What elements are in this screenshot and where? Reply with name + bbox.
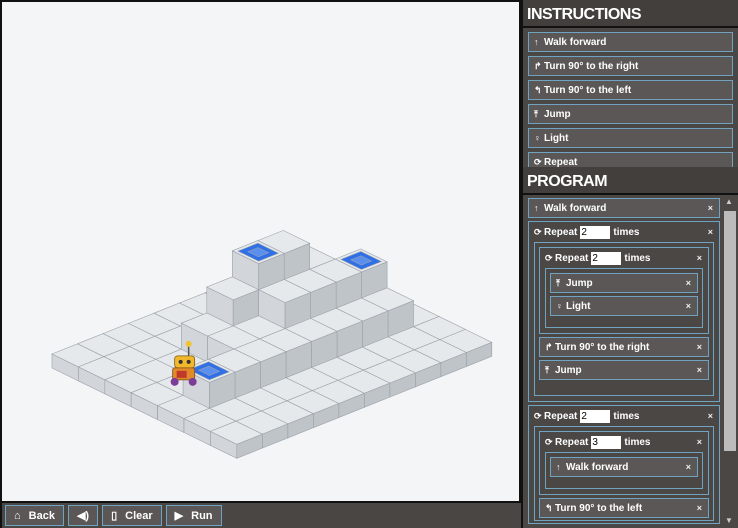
repeat-count-input[interactable]: [580, 226, 611, 239]
program-list: ↑Walk forward× ⟳Repeattimes× ⟳Repeattime…: [523, 193, 720, 524]
remove-icon[interactable]: ×: [708, 199, 713, 217]
repeat-count-input[interactable]: [591, 252, 622, 265]
sound-button[interactable]: ◀): [67, 505, 99, 526]
remove-icon[interactable]: ×: [708, 222, 713, 242]
remove-icon[interactable]: ×: [686, 458, 691, 476]
jump-icon: ⤒: [534, 109, 538, 119]
instruction-walk-forward[interactable]: ↑ Walk forward: [528, 32, 733, 52]
instruction-turn-left[interactable]: ↰ Turn 90° to the left: [528, 80, 733, 100]
turn-right-icon: ↱: [534, 61, 542, 71]
repeat-icon: ⟳: [534, 411, 542, 421]
instruction-jump[interactable]: ⤒ Jump: [528, 104, 733, 124]
program-turn-left[interactable]: ↰ Turn 90° to the left ×: [539, 498, 709, 518]
turn-left-icon: ↰: [545, 503, 553, 513]
program-repeat-block[interactable]: ⟳Repeattimes× ⟳Repeattimes× ↑Walk forwar…: [528, 405, 720, 524]
remove-icon[interactable]: ×: [686, 274, 691, 292]
instruction-turn-right[interactable]: ↱ Turn 90° to the right: [528, 56, 733, 76]
game-canvas: [0, 0, 521, 503]
remove-icon[interactable]: ×: [708, 406, 713, 426]
program-walk-forward[interactable]: ↑ Walk forward ×: [528, 198, 720, 218]
remove-icon[interactable]: ×: [686, 297, 691, 315]
repeat-count-input[interactable]: [591, 436, 622, 449]
speaker-icon: ◀): [76, 510, 90, 522]
run-button[interactable]: ▶ Run: [165, 505, 222, 526]
jump-icon: ⤒: [556, 278, 560, 288]
program-repeat-block[interactable]: ⟳Repeattimes× ⤒Jump× ♀Light×: [539, 247, 709, 334]
jump-icon: ⤒: [545, 365, 549, 375]
remove-icon[interactable]: ×: [697, 499, 702, 517]
repeat-icon: ⟳: [534, 227, 542, 237]
page-icon: ▯: [111, 510, 118, 522]
program-title: PROGRAM: [523, 167, 738, 195]
repeat-body: ⟳Repeattimes× ⤒Jump× ♀Light× ↱Turn 90° t…: [534, 242, 714, 396]
program-repeat-block[interactable]: ⟳Repeattimes× ⟳Repeattimes× ⤒Jump× ♀Ligh…: [528, 221, 720, 402]
instruction-light[interactable]: ♀ Light: [528, 128, 733, 148]
remove-icon[interactable]: ×: [697, 338, 702, 356]
arrow-up-icon: ↑: [534, 37, 539, 47]
side-panel: INSTRUCTIONS ↑ Walk forward ↱ Turn 90° to …: [521, 0, 738, 528]
repeat-body: ↑ Walk forward ×: [545, 452, 703, 489]
arrow-up-icon: ↑: [556, 462, 561, 472]
home-icon: ⌂: [14, 509, 21, 522]
program-jump[interactable]: ⤒ Jump ×: [539, 360, 709, 380]
remove-icon[interactable]: ×: [697, 361, 702, 379]
instruction-list: ↑ Walk forward ↱ Turn 90° to the right ↰ Tu…: [523, 28, 738, 167]
instructions-title: INSTRUCTIONS: [523, 0, 738, 28]
repeat-body: ⟳Repeattimes× ↑Walk forward× ↰Turn 90° t…: [534, 426, 714, 521]
play-icon: ▶: [174, 510, 184, 522]
scrollbar-thumb[interactable]: [724, 211, 736, 451]
turn-left-icon: ↰: [534, 85, 542, 95]
program-turn-right[interactable]: ↱ Turn 90° to the right ×: [539, 337, 709, 357]
clear-button[interactable]: ▯ Clear: [102, 505, 162, 526]
repeat-icon: ⟳: [534, 157, 542, 167]
back-button[interactable]: ⌂ Back: [5, 505, 64, 526]
arrow-up-icon: ↑: [534, 203, 539, 213]
lightbulb-icon: ♀: [556, 301, 563, 311]
turn-right-icon: ↱: [545, 342, 553, 352]
program-repeat-block[interactable]: ⟳Repeattimes× ↑Walk forward×: [539, 431, 709, 495]
level-scene: [51, 230, 493, 459]
lightbulb-icon: ♀: [534, 133, 541, 143]
repeat-icon: ⟳: [545, 437, 553, 447]
program-scrollbar[interactable]: ▲ ▼: [722, 195, 738, 528]
scroll-up-icon[interactable]: ▲: [725, 197, 733, 206]
repeat-icon: ⟳: [545, 253, 553, 263]
instruction-repeat[interactable]: ⟳ Repeat: [528, 152, 733, 167]
toolbar: ⌂ Back ◀) ▯ Clear ▶ Run: [0, 503, 521, 528]
repeat-count-input[interactable]: [580, 410, 611, 423]
repeat-body: ⤒ Jump × ♀ Light ×: [545, 268, 703, 328]
program-light[interactable]: ♀ Light ×: [550, 296, 698, 316]
program-jump[interactable]: ⤒ Jump ×: [550, 273, 698, 293]
remove-icon[interactable]: ×: [697, 432, 702, 452]
scroll-down-icon[interactable]: ▼: [725, 516, 733, 525]
remove-icon[interactable]: ×: [697, 248, 702, 268]
program-walk-forward[interactable]: ↑ Walk forward ×: [550, 457, 698, 477]
